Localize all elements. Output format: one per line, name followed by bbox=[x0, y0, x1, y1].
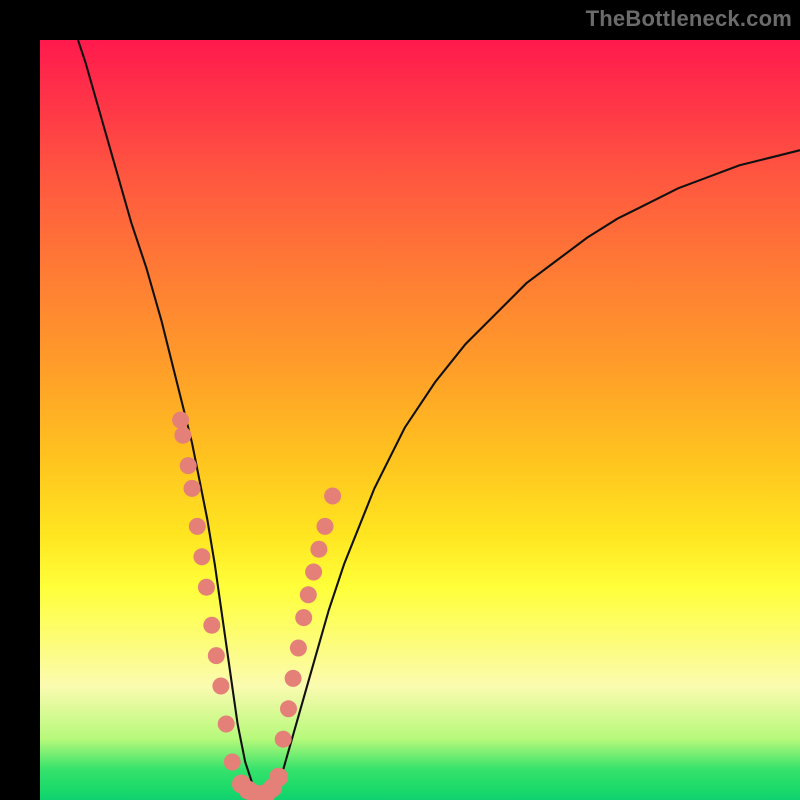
chart-svg bbox=[40, 40, 800, 800]
data-point bbox=[189, 518, 206, 535]
chart-frame: TheBottleneck.com bbox=[0, 0, 800, 800]
data-point bbox=[280, 700, 297, 717]
data-point bbox=[218, 716, 235, 733]
data-point bbox=[212, 678, 229, 695]
dot-cluster-bowl bbox=[232, 768, 288, 800]
data-point bbox=[172, 412, 189, 429]
data-point bbox=[275, 731, 292, 748]
data-point bbox=[317, 518, 334, 535]
data-point bbox=[295, 609, 312, 626]
data-point bbox=[174, 427, 191, 444]
data-point bbox=[305, 564, 322, 581]
dot-cluster-left bbox=[172, 412, 241, 771]
data-point bbox=[184, 480, 201, 497]
data-point bbox=[269, 768, 288, 787]
data-point bbox=[310, 541, 327, 558]
data-point bbox=[193, 548, 210, 565]
data-point bbox=[290, 640, 307, 657]
data-point bbox=[224, 754, 241, 771]
dot-cluster-right bbox=[275, 488, 341, 748]
data-point bbox=[300, 586, 317, 603]
data-point bbox=[180, 457, 197, 474]
data-point bbox=[285, 670, 302, 687]
data-point bbox=[324, 488, 341, 505]
data-point bbox=[198, 579, 215, 596]
watermark-text: TheBottleneck.com bbox=[586, 6, 792, 32]
data-point bbox=[208, 647, 225, 664]
data-point bbox=[203, 617, 220, 634]
